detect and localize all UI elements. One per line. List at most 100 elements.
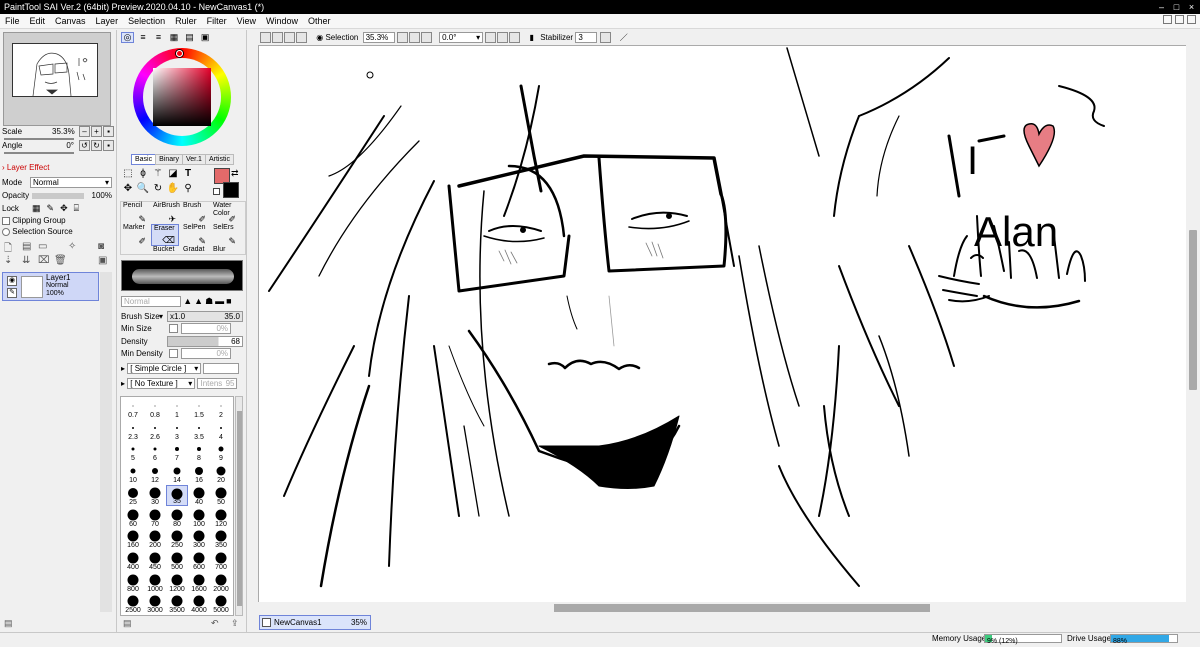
opacity-slider[interactable]	[32, 193, 84, 199]
brush-size-preset[interactable]: 2.3	[122, 420, 144, 441]
menu-edit[interactable]: Edit	[25, 14, 51, 29]
tool-selers[interactable]: SelErs ✎	[211, 224, 239, 246]
layer-row[interactable]: ◉ ✎ Layer1 Normal 100%	[2, 272, 99, 301]
view-zoom-out-button[interactable]	[396, 32, 408, 44]
layer-mask-icon[interactable]: ▣	[98, 255, 107, 266]
undo-button[interactable]	[260, 32, 271, 44]
navigator-preview[interactable]	[3, 32, 111, 126]
menu-layer[interactable]: Layer	[91, 14, 124, 29]
tab-basic[interactable]: Basic	[131, 154, 157, 165]
invert-selection-button[interactable]	[296, 32, 307, 44]
min-size-pressure-checkbox[interactable]	[169, 324, 178, 333]
canvas-hscroll-thumb[interactable]	[554, 604, 930, 612]
menu-canvas[interactable]: Canvas	[50, 14, 91, 29]
brush-size-preset[interactable]: 700	[210, 550, 232, 571]
brush-size-preset[interactable]: 0.8	[144, 398, 166, 419]
layer-options-icon[interactable]: ▤	[4, 618, 13, 628]
new-folder-icon[interactable]: ▭	[38, 241, 47, 252]
tip-round-icon[interactable]: ☗	[205, 296, 215, 306]
tool-selpen[interactable]: SelPen ✎	[181, 224, 209, 246]
brush-size-preset[interactable]: 1000	[144, 572, 166, 593]
flip-view-icon[interactable]: ▮	[530, 33, 534, 42]
menu-view[interactable]: View	[232, 14, 261, 29]
canvas-vertical-scrollbar[interactable]	[1186, 45, 1200, 602]
zoom-in-button[interactable]: +	[91, 126, 102, 138]
drawing-canvas[interactable]: I Alan	[258, 45, 1186, 602]
canvas-vscroll-thumb[interactable]	[1189, 230, 1197, 390]
text-tool-icon[interactable]: T	[181, 168, 195, 180]
brush-size-preset[interactable]: 6	[144, 441, 166, 462]
tool-marker[interactable]: Marker ✐	[121, 224, 149, 246]
swap-colors-icon[interactable]: ⇄	[231, 168, 239, 179]
tool-brush[interactable]: Brush ✐	[181, 202, 209, 224]
tab-artistic[interactable]: Artistic	[204, 154, 234, 165]
brush-size-preset[interactable]: 1.5	[188, 398, 210, 419]
export-tool-icon[interactable]: ⇪	[231, 618, 239, 629]
brush-size-preset[interactable]: 160	[122, 528, 144, 549]
brush-size-preset[interactable]: 2000	[210, 572, 232, 593]
brush-size-preset[interactable]: 800	[122, 572, 144, 593]
brush-size-preset[interactable]: 60	[122, 507, 144, 528]
brush-size-preset[interactable]: 8	[188, 441, 210, 462]
brush-size-preset[interactable]: 35	[166, 484, 188, 506]
new-layer-set-icon[interactable]: ▤	[22, 241, 31, 252]
straight-line-icon[interactable]: ／	[620, 33, 628, 42]
brush-shape-select[interactable]: [ Simple Circle ] ▾	[127, 363, 202, 375]
brush-size-preset[interactable]: 3	[166, 420, 188, 441]
minimize-button[interactable]: –	[1157, 0, 1166, 14]
user-swatch-icon[interactable]: ▣	[199, 32, 212, 43]
brush-size-preset[interactable]: 2	[210, 398, 232, 419]
stabilizer-field[interactable]: 3	[575, 32, 598, 44]
mdi-minimize-button[interactable]	[1163, 15, 1172, 24]
zoom-out-button[interactable]: –	[79, 126, 90, 138]
stabilizer-dropdown-button[interactable]	[599, 32, 611, 44]
apply-mask-icon[interactable]: ◙	[98, 241, 104, 252]
brush-size-preset[interactable]: 400	[122, 550, 144, 571]
lasso-icon[interactable]: ϕ	[136, 168, 150, 180]
brush-size-preset[interactable]: 250	[166, 528, 188, 549]
edit-pen-icon[interactable]: ✎	[7, 288, 17, 298]
tool-gradat[interactable]: Gradat	[181, 246, 209, 256]
view-rotate-right-button[interactable]	[497, 32, 509, 44]
chevron-down-icon[interactable]: ▾	[159, 311, 163, 322]
brush-size-preset[interactable]: 7	[166, 441, 188, 462]
menu-selection[interactable]: Selection	[123, 14, 170, 29]
tab-binary[interactable]: Binary	[155, 154, 183, 165]
scratchpad-mode-icon[interactable]: ▤	[183, 32, 196, 43]
brush-size-preset[interactable]: 100	[188, 507, 210, 528]
magic-wand-icon[interactable]: ⚚	[151, 168, 165, 180]
min-size-slider[interactable]: 0%	[181, 323, 231, 334]
mdi-restore-button[interactable]	[1175, 15, 1184, 24]
texture-intensity-field[interactable]: Intens 95	[197, 378, 238, 390]
transparent-color-icon[interactable]	[213, 188, 220, 195]
brush-size-preset[interactable]: 5	[122, 441, 144, 462]
tool-eraser[interactable]: Eraser ⌫	[151, 224, 179, 246]
min-density-pressure-checkbox[interactable]	[169, 349, 178, 358]
brush-size-preset[interactable]: 300	[188, 528, 210, 549]
sub-color-swatch[interactable]	[223, 182, 239, 198]
close-button[interactable]: ×	[1187, 0, 1196, 14]
brush-size-preset[interactable]: 9	[210, 441, 232, 462]
clear-layer-icon[interactable]: ⌧	[38, 255, 50, 266]
brush-size-preset[interactable]: 2.6	[144, 420, 166, 441]
saturation-value-square[interactable]	[153, 68, 211, 126]
zoom-field[interactable]: 35.3%	[362, 32, 395, 44]
view-zoom-in-button[interactable]	[408, 32, 420, 44]
tool-airbrush[interactable]: AirBrush ✈	[151, 202, 180, 224]
brush-size-preset[interactable]: 500	[166, 550, 188, 571]
min-density-slider[interactable]: 0%	[181, 348, 231, 359]
menu-filter[interactable]: Filter	[202, 14, 232, 29]
brush-size-preset[interactable]: 200	[144, 528, 166, 549]
tab-ver1[interactable]: Ver.1	[181, 154, 206, 165]
brush-size-preset[interactable]: 4	[210, 420, 232, 441]
zoom-icon[interactable]: 🔍	[136, 183, 150, 195]
visibility-eye-icon[interactable]: ◉	[7, 276, 17, 286]
brush-size-preset[interactable]: 80	[166, 507, 188, 528]
brush-size-preset[interactable]: 1	[166, 398, 188, 419]
lock-position-icon[interactable]: ✥	[60, 203, 74, 213]
lock-transparency-icon[interactable]: ▦	[32, 203, 47, 213]
reset-tool-icon[interactable]: ↶	[211, 618, 219, 629]
view-rotate-reset-button[interactable]	[509, 32, 521, 44]
view-zoom-reset-button[interactable]	[420, 32, 432, 44]
brush-size-preset[interactable]: 30	[144, 485, 166, 506]
